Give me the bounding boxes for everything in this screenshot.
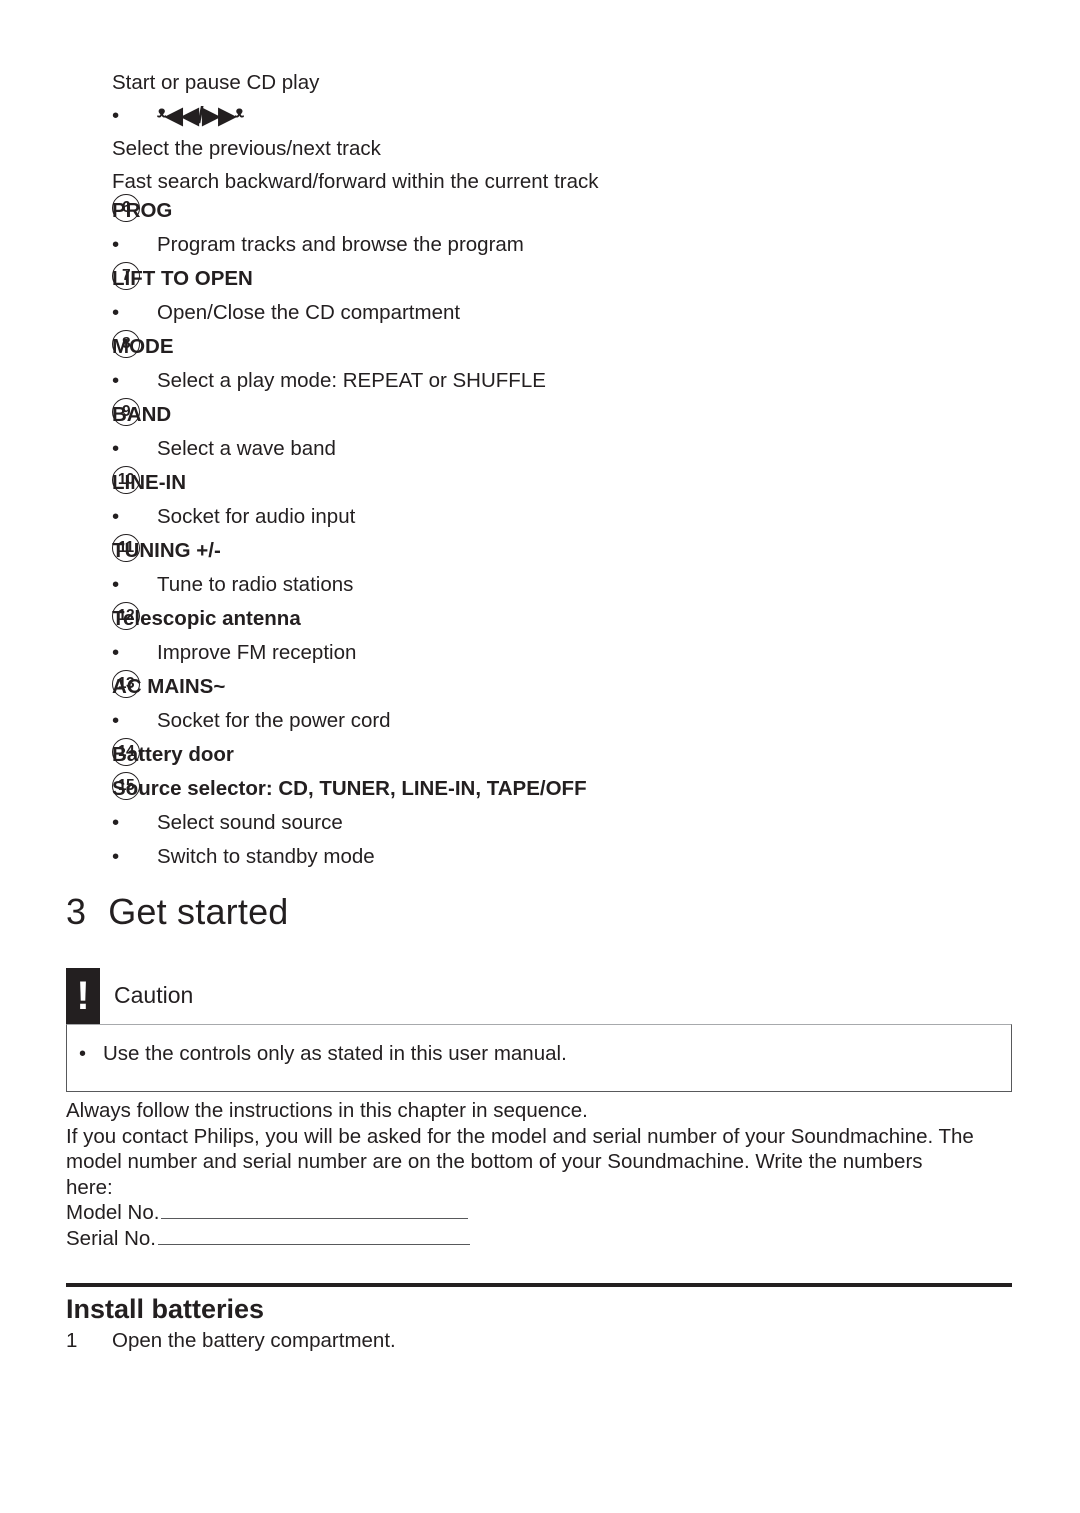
- control-bullet-12-0: • Improve FM reception: [112, 636, 1016, 670]
- control-title-12: Telescopic antenna: [112, 607, 301, 630]
- control-bullet-text: Tune to radio stations: [157, 573, 354, 596]
- caution-note: ! Caution • Use the controls only as sta…: [66, 968, 1012, 1092]
- bullet-glyph: •: [112, 641, 120, 664]
- chapter-heading: 3 Get started: [66, 890, 289, 934]
- document-page: Start or pause CD play • ᵜ◀◀/▶▶ᵜ Select …: [0, 0, 1080, 1513]
- control-number-badge-6: 6: [112, 194, 140, 222]
- model-number-write-in-rule[interactable]: [161, 1218, 469, 1220]
- control-bullet-text: Program tracks and browse the program: [157, 233, 524, 256]
- paragraph-line-1: Always follow the instructions in this c…: [66, 1099, 588, 1122]
- control-reference-list: 6 PROG • Program tracks and browse the p…: [66, 194, 1016, 874]
- control-item-8: 8 MODE • Select a play mode: REPEAT or S…: [66, 330, 1016, 398]
- control-item-9: 9 BAND • Select a wave band: [66, 398, 1016, 466]
- serial-number-write-in-rule[interactable]: [158, 1243, 471, 1245]
- control-title-15: Source selector: CD, TUNER, LINE-IN, TAP…: [112, 777, 587, 800]
- continuation-line-select-track: Select the previous/next track: [112, 137, 381, 160]
- control-bullet-13-0: • Socket for the power cord: [112, 704, 1016, 738]
- control-head-13: 13 AC MAINS~: [112, 670, 1016, 704]
- bullet-glyph: •: [79, 1043, 87, 1065]
- serial-number-label: Serial No.: [66, 1226, 157, 1250]
- model-number-field-row: Model No.: [66, 1200, 1016, 1226]
- step-number: 1: [66, 1329, 78, 1352]
- control-bullet-7-0: • Open/Close the CD compartment: [112, 296, 1016, 330]
- control-head-9: 9 BAND: [112, 398, 1016, 432]
- section-title-install-batteries: Install batteries: [66, 1294, 265, 1324]
- control-item-12: 12 Telescopic antenna • Improve FM recep…: [66, 602, 1016, 670]
- bullet-glyph: •: [112, 573, 120, 596]
- control-bullet-text: Select a wave band: [157, 437, 336, 460]
- section-divider-rule: [66, 1283, 1012, 1287]
- control-bullet-8-0: • Select a play mode: REPEAT or SHUFFLE: [112, 364, 1016, 398]
- body-paragraphs: Always follow the instructions in this c…: [66, 1098, 1016, 1252]
- control-number-badge-8: 8: [112, 330, 140, 358]
- control-number-badge-14: 14: [112, 738, 140, 766]
- control-bullet-text: Select sound source: [157, 811, 343, 834]
- control-head-8: 8 MODE: [112, 330, 1016, 364]
- bullet-glyph: •: [112, 104, 120, 127]
- caution-note-title: Caution: [114, 982, 194, 1008]
- bullet-glyph: •: [112, 709, 120, 732]
- control-head-6: 6 PROG: [112, 194, 1016, 228]
- exclamation-glyph: !: [76, 974, 90, 1018]
- paragraph-line-3: model number and serial number are on th…: [66, 1150, 923, 1174]
- control-bullet-11-0: • Tune to radio stations: [112, 568, 1016, 602]
- control-bullet-text: Socket for audio input: [157, 505, 356, 528]
- bullet-glyph: •: [112, 505, 120, 528]
- control-bullet-text: Open/Close the CD compartment: [157, 301, 461, 324]
- control-head-10: 10 LINE-IN: [112, 466, 1016, 500]
- control-number-badge-10: 10: [112, 466, 140, 494]
- control-bullet-text: Improve FM reception: [157, 641, 357, 664]
- chapter-title: Get started: [108, 891, 289, 932]
- control-bullet-text: Socket for the power cord: [157, 709, 391, 732]
- control-number-badge-7: 7: [112, 262, 140, 290]
- step-text: Open the battery compartment.: [112, 1329, 396, 1352]
- control-number-badge-11: 11: [112, 534, 140, 562]
- control-head-14: 14 Battery door: [112, 738, 1016, 772]
- control-number-badge-13: 13: [112, 670, 140, 698]
- continuation-block: Start or pause CD play • ᵜ◀◀/▶▶ᵜ Select …: [112, 66, 972, 198]
- bullet-glyph: •: [112, 369, 120, 392]
- control-bullet-text: Switch to standby mode: [157, 845, 375, 868]
- control-item-13: 13 AC MAINS~ • Socket for the power cord: [66, 670, 1016, 738]
- paragraph-line-2: If you contact Philips, you will be aske…: [66, 1124, 974, 1148]
- control-bullet-15-0: • Select sound source: [112, 806, 1016, 840]
- caution-note-body: • Use the controls only as stated in thi…: [66, 1024, 1012, 1092]
- bullet-glyph: •: [112, 233, 120, 256]
- control-head-12: 12 Telescopic antenna: [112, 602, 1016, 636]
- control-bullet-10-0: • Socket for audio input: [112, 500, 1016, 534]
- step-item-1: 1 Open the battery compartment.: [66, 1325, 866, 1357]
- control-item-10: 10 LINE-IN • Socket for audio input: [66, 466, 1016, 534]
- control-item-6: 6 PROG • Program tracks and browse the p…: [66, 194, 1016, 262]
- prev-next-track-icon: ᵜ◀◀/▶▶ᵜ: [157, 102, 244, 128]
- paragraph-line-4: here:: [66, 1175, 113, 1199]
- control-bullet-text: Select a play mode: REPEAT or SHUFFLE: [157, 369, 546, 392]
- chapter-number: 3: [66, 891, 87, 932]
- caution-note-text: Use the controls only as stated in this …: [103, 1042, 567, 1065]
- control-number-badge-9: 9: [112, 398, 140, 426]
- control-head-7: 7 LIFT TO OPEN: [112, 262, 1016, 296]
- control-head-11: 11 TUNING +/-: [112, 534, 1016, 568]
- bullet-glyph: •: [112, 811, 120, 834]
- control-bullet-15-1: • Switch to standby mode: [112, 840, 1016, 874]
- control-item-14: 14 Battery door: [66, 738, 1016, 772]
- control-number-badge-12: 12: [112, 602, 140, 630]
- bullet-glyph: •: [112, 437, 120, 460]
- serial-number-field-row: Serial No.: [66, 1226, 1016, 1252]
- control-item-15: 15 Source selector: CD, TUNER, LINE-IN, …: [66, 772, 1016, 874]
- bullet-glyph: •: [112, 301, 120, 324]
- control-bullet-6-0: • Program tracks and browse the program: [112, 228, 1016, 262]
- model-number-label: Model No.: [66, 1201, 160, 1225]
- control-head-15: 15 Source selector: CD, TUNER, LINE-IN, …: [112, 772, 1016, 806]
- control-number-badge-15: 15: [112, 772, 140, 800]
- warning-exclamation-icon: !: [66, 968, 100, 1024]
- control-item-7: 7 LIFT TO OPEN • Open/Close the CD compa…: [66, 262, 1016, 330]
- bullet-glyph: •: [112, 845, 120, 868]
- continuation-line-start-pause: Start or pause CD play: [112, 71, 320, 94]
- control-item-11: 11 TUNING +/- • Tune to radio stations: [66, 534, 1016, 602]
- transport-bullet-row: • ᵜ◀◀/▶▶ᵜ: [112, 99, 972, 132]
- control-bullet-9-0: • Select a wave band: [112, 432, 1016, 466]
- caution-note-header: ! Caution: [66, 968, 1012, 1024]
